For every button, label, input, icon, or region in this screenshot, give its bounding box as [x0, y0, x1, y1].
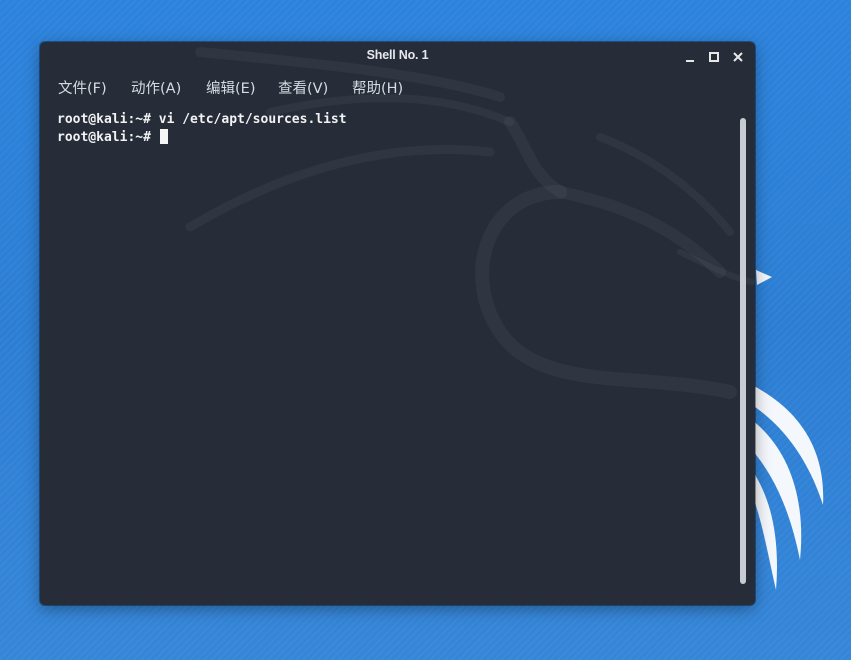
- shell-command: [151, 130, 159, 145]
- close-button[interactable]: [730, 49, 746, 65]
- menu-bar: 文件(F) 动作(A) 编辑(E) 查看(V) 帮助(H): [40, 72, 755, 102]
- title-bar[interactable]: Shell No. 1: [40, 42, 755, 72]
- maximize-icon: [709, 52, 719, 62]
- window-title: Shell No. 1: [366, 48, 429, 62]
- scrollbar[interactable]: [737, 102, 749, 597]
- menu-actions[interactable]: 动作(A): [131, 77, 181, 98]
- text-cursor: [159, 129, 168, 144]
- scrollbar-thumb[interactable]: [740, 118, 746, 584]
- minimize-icon: [686, 60, 694, 62]
- shell-prompt: root@kali:~#: [57, 130, 151, 145]
- menu-help[interactable]: 帮助(H): [352, 77, 403, 98]
- shell-command: vi /etc/apt/sources.list: [150, 112, 347, 127]
- menu-file[interactable]: 文件(F): [58, 77, 107, 98]
- maximize-button[interactable]: [706, 49, 722, 65]
- shell-prompt: root@kali:~#: [57, 112, 151, 127]
- terminal-line: root@kali:~# vi /etc/apt/sources.list: [57, 111, 727, 129]
- menu-view[interactable]: 查看(V): [278, 77, 328, 98]
- terminal-line: root@kali:~#: [57, 129, 727, 147]
- terminal-output[interactable]: root@kali:~# vi /etc/apt/sources.list ro…: [57, 111, 727, 591]
- minimize-button[interactable]: [682, 49, 698, 65]
- terminal-window: Shell No. 1 文件(F) 动作(A) 编辑(E) 查看(V) 帮助(H…: [40, 42, 755, 605]
- close-icon: [733, 52, 743, 62]
- menu-edit[interactable]: 编辑(E): [206, 77, 255, 98]
